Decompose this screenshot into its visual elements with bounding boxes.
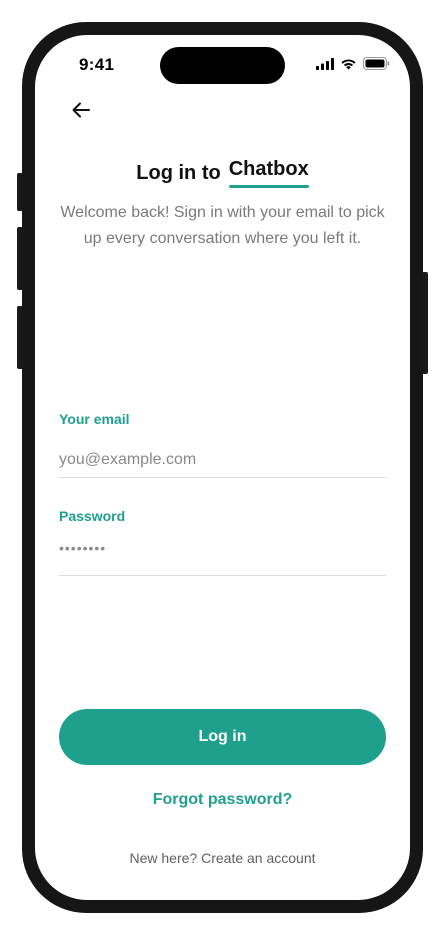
login-button[interactable]: Log in (59, 709, 386, 765)
screen: 9:41 Log in to Chatbox Welcome back! Sig… (35, 35, 410, 900)
welcome-subtitle: Welcome back! Sign in with your email to… (60, 204, 385, 247)
email-label: Your email (59, 411, 130, 427)
status-time: 9:41 (79, 55, 115, 74)
brand-name: Chatbox (228, 158, 309, 188)
phone-frame: 9:41 Log in to Chatbox Welcome back! Sig… (22, 22, 423, 913)
email-field[interactable] (59, 443, 386, 478)
back-button[interactable] (68, 99, 94, 125)
password-field[interactable]: •••••••• (59, 540, 106, 556)
password-divider (59, 575, 386, 576)
forgot-password-link[interactable]: Forgot password? (35, 791, 410, 809)
password-label: Password (59, 508, 126, 524)
battery-icon (363, 57, 390, 75)
status-icons (316, 57, 390, 75)
signal-icon (316, 57, 334, 75)
wifi-icon (340, 57, 357, 75)
create-account-link[interactable]: New here? Create an account (35, 850, 410, 866)
arrow-left-icon (72, 102, 90, 123)
dynamic-island (160, 47, 285, 84)
device-mockup: 9:41 Log in to Chatbox Welcome back! Sig… (0, 0, 445, 936)
page-title: Log in to Chatbox (35, 158, 410, 188)
title-prefix: Log in to (136, 162, 221, 184)
